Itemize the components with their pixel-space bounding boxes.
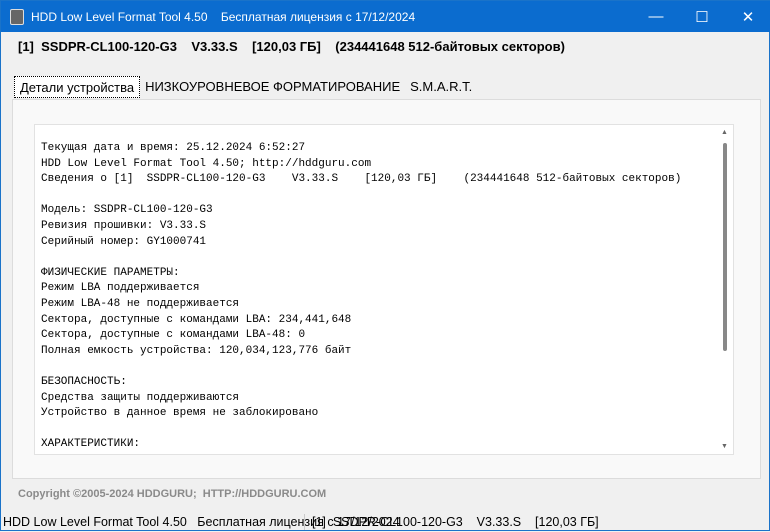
maximize-button[interactable]: ☐ [679,1,725,32]
window-title: HDD Low Level Format Tool 4.50 Бесплатна… [31,9,416,24]
status-bar: HDD Low Level Format Tool 4.50 Бесплатна… [1,512,770,532]
device-details-text: Текущая дата и время: 25.12.2024 6:52:27… [41,142,682,454]
vertical-scrollbar[interactable]: ▲ ▼ [717,125,733,454]
scroll-down-icon[interactable]: ▼ [721,443,728,450]
app-icon [10,8,24,25]
tab-bar: Детали устройства НИЗКОУРОВНЕВОЕ ФОРМАТИ… [14,76,477,98]
tab-device-details[interactable]: Детали устройства [14,76,141,98]
scrollbar-thumb[interactable] [723,143,727,351]
scroll-up-icon[interactable]: ▲ [721,129,728,136]
status-device-info: [1] SSDPR-CL100-120-G3 V3.33.S [120,03 Г… [312,515,599,529]
tab-low-level-format[interactable]: НИЗКОУРОВНЕВОЕ ФОРМАТИРОВАНИЕ [140,76,405,98]
device-summary: [1] SSDPR-CL100-120-G3 V3.33.S [120,03 Г… [18,39,565,54]
close-button[interactable]: ✕ [725,1,770,32]
device-details-textbox[interactable]: Текущая дата и время: 25.12.2024 6:52:27… [34,124,734,455]
title-bar[interactable]: HDD Low Level Format Tool 4.50 Бесплатна… [1,1,770,32]
status-app-info: HDD Low Level Format Tool 4.50 Бесплатна… [3,515,400,529]
minimize-button[interactable]: — [633,1,679,32]
copyright-link[interactable]: Copyright ©2005-2024 HDDGURU; HTTP://HDD… [18,488,326,500]
tab-smart[interactable]: S.M.A.R.T. [405,76,477,98]
